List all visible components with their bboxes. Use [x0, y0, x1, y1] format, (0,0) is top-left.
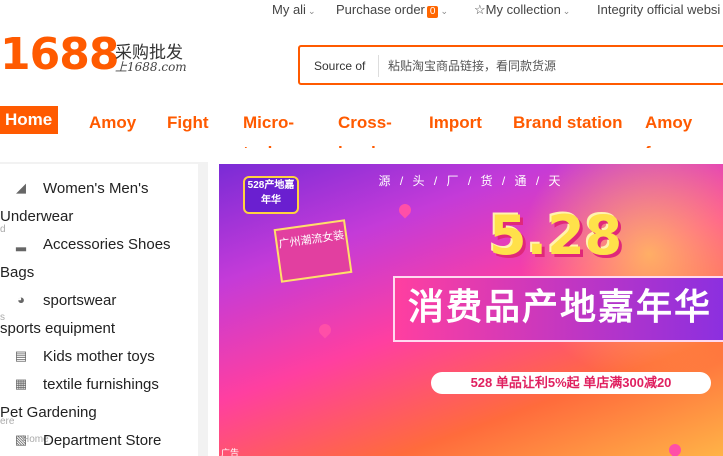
category-women-men[interactable]: Women's Men's	[43, 180, 148, 197]
search-box: Source of	[298, 45, 723, 85]
logo-number: 1688	[0, 29, 119, 80]
category-panel: ◢ Women's Men's Underwear d ▂ Accessorie…	[0, 164, 198, 456]
boot-icon: ▂	[16, 236, 26, 251]
ghost-label: ere	[0, 416, 15, 427]
nav-item-cross-border[interactable]: Cross-border	[338, 108, 408, 148]
toy-icon: ▤	[14, 348, 28, 363]
search-source-dropdown[interactable]: Source of	[314, 59, 365, 73]
chevron-down-icon: ⌄	[307, 6, 316, 16]
promo-banner[interactable]: 源 / 头 / 厂 / 货 / 通 / 天 528产地嘉年华 广州潮流女装 5.…	[219, 164, 723, 456]
nav-item-fight[interactable]: Fight	[167, 108, 237, 148]
category-sports-equipment[interactable]: sports equipment	[0, 320, 115, 337]
ghost-label: d	[0, 224, 6, 235]
top-bar: My ali ⌄ Purchase order 0 ⌄ ☆My collection ⌄…	[0, 0, 723, 20]
category-department-store[interactable]: Department Store	[43, 432, 161, 449]
purchase-order-label: Purchase order	[336, 2, 425, 17]
category-underwear[interactable]: Underwear	[0, 208, 73, 225]
fabric-icon: ▦	[14, 376, 28, 391]
my-ali-menu[interactable]: My ali ⌄	[272, 2, 316, 17]
banner-big-date: 5.28	[489, 204, 623, 267]
integrity-website-link[interactable]: Integrity official websi	[597, 2, 720, 17]
chevron-down-icon: ⌄	[440, 6, 448, 16]
category-pet-gardening[interactable]: Pet Gardening	[0, 404, 97, 421]
banner-ad-label: 广告	[221, 448, 240, 456]
main-nav: Home Amoy Fight Micro-tech Cross-border …	[0, 104, 723, 164]
banner-slogan: 消费品产地嘉年华	[393, 276, 723, 342]
logo-domain: 上1688.com	[115, 60, 187, 74]
purchase-order-menu[interactable]: Purchase order 0 ⌄	[336, 2, 448, 18]
my-collection-label: My collection	[485, 2, 561, 17]
category-accessories-shoes[interactable]: Accessories Shoes	[43, 236, 171, 253]
location-pin-icon	[396, 201, 414, 219]
category-textile-furnishings[interactable]: textile furnishings	[43, 376, 159, 393]
banner-promo: 528 单品让利5%起 单店满300减20	[431, 372, 711, 394]
location-pin-icon	[316, 321, 334, 339]
category-kids-mother-toys[interactable]: Kids mother toys	[43, 348, 155, 365]
purchase-order-badge: 0	[426, 6, 439, 18]
nav-home[interactable]: Home	[0, 106, 59, 134]
chevron-down-icon: ⌄	[562, 6, 571, 16]
star-icon: ☆	[474, 2, 486, 17]
my-ali-label: My ali	[272, 2, 306, 17]
nav-item-amoy-factory[interactable]: Amoy fac	[645, 108, 715, 148]
dress-icon: ◢	[16, 180, 26, 195]
category-bags[interactable]: Bags	[0, 264, 34, 281]
location-pin-icon	[666, 441, 684, 456]
helmet-icon: ◕	[17, 292, 25, 307]
nav-item-import[interactable]: Import	[429, 108, 499, 148]
search-divider	[378, 55, 379, 77]
search-input[interactable]	[388, 55, 718, 77]
nav-item-micro-tech[interactable]: Micro-tech	[243, 108, 313, 148]
banner-glow	[519, 164, 723, 384]
category-sportswear[interactable]: sportswear	[43, 292, 116, 309]
banner-tag: 528产地嘉年华	[243, 176, 299, 214]
nav-item-amoy[interactable]: Amoy	[89, 108, 159, 148]
banner-box-label: 广州潮流女装	[273, 219, 353, 283]
my-collection-menu[interactable]: ☆My collection ⌄	[474, 2, 570, 18]
nav-item-brand-station[interactable]: Brand station	[513, 108, 633, 148]
